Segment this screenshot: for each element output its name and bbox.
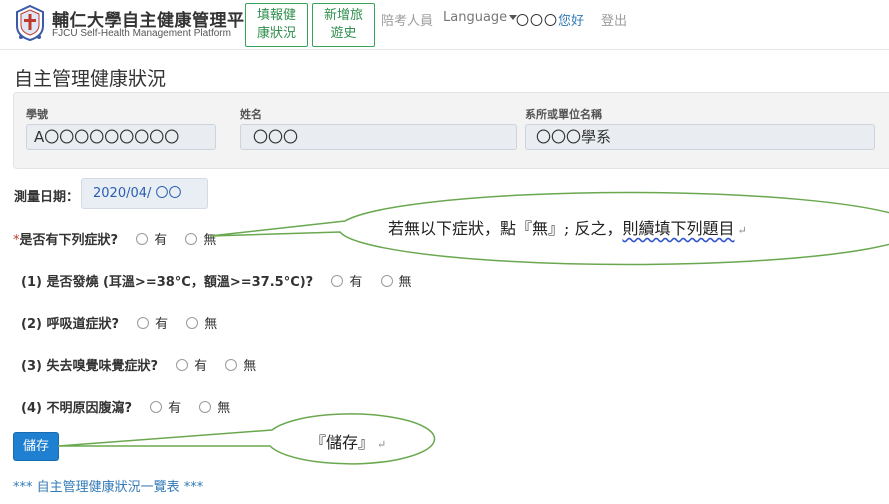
respiratory-yes-label[interactable]: 有 [155,317,168,332]
diarrhea-question: (4) 不明原因腹瀉? 有 無 [21,397,230,416]
symptom-question: *是否有下列症狀? 有 無 [13,229,216,248]
university-logo-icon[interactable] [13,4,47,42]
date-field[interactable]: 2020/04/ 〇〇 [81,178,208,209]
nav-add-travel-button[interactable]: 新增旅 遊史 [312,3,375,47]
symptom-yes-label[interactable]: 有 [154,233,167,248]
user-name: 〇〇〇 [516,14,559,29]
save-callout-label: 『儲存』 [310,433,375,452]
language-label: Language [443,10,508,25]
diarrhea-no-label[interactable]: 無 [217,401,230,416]
save-callout-text: 『儲存』 ↵ [310,429,386,453]
fever-question-label: (1) 是否發燒 (耳溫>=38°C，額溫>=37.5°C)? [21,275,314,290]
nav-fill-health-button[interactable]: 填報健 康狀況 [245,3,308,47]
respiratory-question-label: (2) 呼吸道症狀? [21,317,119,332]
respiratory-no-radio[interactable] [186,317,199,329]
nav-companion-link[interactable]: 陪考人員 [381,10,433,29]
smell-taste-yes-label[interactable]: 有 [194,359,207,374]
symptom-callout-text: 若無以下症狀，點『無』; 反之，則續填下列題目 ↵ [388,215,747,239]
smell-taste-yes-radio[interactable] [176,359,189,371]
diarrhea-yes-label[interactable]: 有 [168,401,181,416]
diarrhea-question-label: (4) 不明原因腹瀉? [21,401,132,416]
name-label: 姓名 [240,108,262,121]
respiratory-question: (2) 呼吸道症狀? 有 無 [21,313,217,332]
symptom-no-label[interactable]: 無 [203,233,216,248]
respiratory-yes-radio[interactable] [137,317,150,329]
smell-taste-no-label[interactable]: 無 [243,359,256,374]
student-id-label: 學號 [26,108,48,121]
smell-taste-question-label: (3) 失去嗅覺味覺症狀? [21,359,158,374]
user-greeting: 〇〇〇您好 [516,10,584,29]
greeting-text: 您好 [558,14,585,29]
student-id-field: A〇〇〇〇〇〇〇〇〇 [26,124,216,150]
smell-taste-no-radio[interactable] [225,359,238,371]
fever-no-label[interactable]: 無 [399,275,412,290]
language-dropdown[interactable]: Language [443,10,518,25]
navbar: 輔仁大學自主健康管理平台 FJCU Self-Health Management… [0,0,889,50]
site-subtitle: FJCU Self-Health Management Platform [52,28,231,39]
symptom-callout-text-b: 則續填下列題目 [622,219,735,238]
symptom-yes-radio[interactable] [136,233,149,245]
symptom-question-label: 是否有下列症狀? [19,233,119,248]
dept-field: 〇〇〇學系 [525,124,875,150]
nav-fill-health-label-line2: 康狀況 [256,26,296,41]
diarrhea-yes-radio[interactable] [150,401,163,413]
symptom-no-radio[interactable] [185,233,198,245]
smell-taste-question: (3) 失去嗅覺味覺症狀? 有 無 [21,355,256,374]
name-field: 〇〇〇 [240,124,517,150]
logout-link[interactable]: 登出 [601,10,627,29]
nav-add-travel-label-line2: 遊史 [330,26,357,41]
nav-fill-health-label-line1: 填報健 [256,8,296,23]
page-title: 自主管理健康狀況 [14,68,167,90]
fever-question: (1) 是否發燒 (耳溫>=38°C，額溫>=37.5°C)? 有 無 [21,271,412,290]
symptom-callout-text-a: 若無以下症狀，點『無』; 反之， [388,219,623,238]
pilcrow-icon: ↵ [737,224,747,237]
diarrhea-no-radio[interactable] [199,401,212,413]
save-button[interactable]: 儲存 [13,432,59,461]
dept-label: 系所或單位名稱 [525,108,602,121]
pilcrow-icon: ↵ [377,438,387,451]
respiratory-no-label[interactable]: 無 [204,317,217,332]
health-status-list-link[interactable]: *** 自主管理健康狀況一覽表 *** [13,476,203,495]
fever-yes-radio[interactable] [331,275,344,287]
fever-no-radio[interactable] [380,275,393,287]
fever-yes-label[interactable]: 有 [349,275,362,290]
nav-add-travel-label-line1: 新增旅 [323,8,363,23]
date-label: 測量日期： [14,190,80,205]
